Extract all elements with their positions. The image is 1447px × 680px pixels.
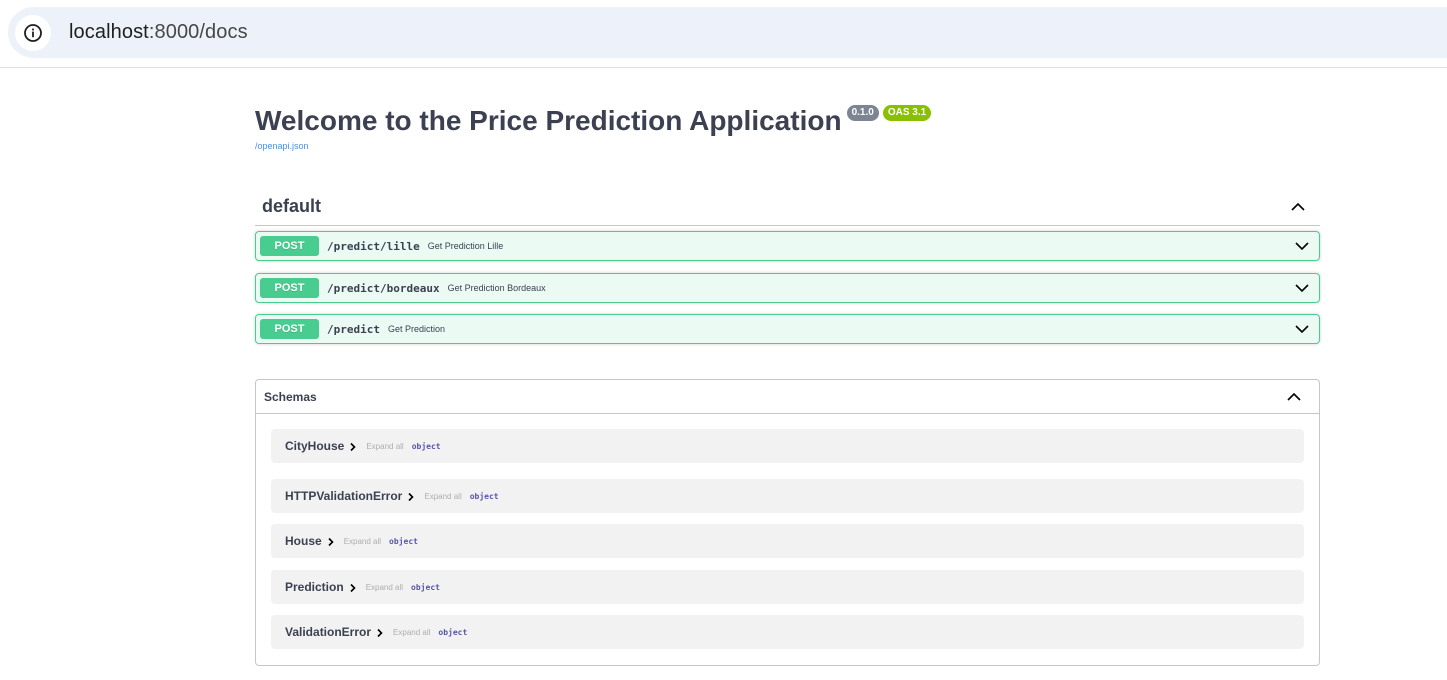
expand-all-link[interactable]: Expand all bbox=[424, 492, 461, 501]
operation-path: /predict/lille bbox=[327, 239, 420, 253]
opblock-post-predict-bordeaux[interactable]: POST /predict/bordeaux Get Prediction Bo… bbox=[255, 273, 1320, 303]
oas-badge: OAS 3.1 bbox=[882, 105, 932, 121]
operation-path: /predict/bordeaux bbox=[327, 281, 440, 295]
schemas-title: Schemas bbox=[264, 389, 317, 404]
url-path: :8000/docs bbox=[148, 21, 248, 43]
schema-name: CityHouse bbox=[285, 439, 345, 453]
schema-type: object bbox=[411, 441, 441, 451]
schema-type: object bbox=[389, 536, 418, 546]
url-host: localhost bbox=[69, 21, 149, 43]
chevron-right-icon[interactable] bbox=[327, 537, 335, 547]
openapi-json-link[interactable]: /openapi.json bbox=[255, 141, 309, 151]
omnibox[interactable]: localhost:8000/docs bbox=[8, 7, 1447, 58]
schema-type: object bbox=[411, 582, 440, 592]
browser-address-bar: localhost:8000/docs bbox=[0, 0, 1447, 68]
method-badge: POST bbox=[260, 278, 319, 298]
chevron-down-icon[interactable] bbox=[1294, 324, 1310, 334]
operation-summary: Get Prediction Bordeaux bbox=[447, 283, 546, 293]
version-badge: 0.1.0 bbox=[846, 105, 879, 121]
expand-all-link[interactable]: Expand all bbox=[366, 583, 403, 592]
chevron-up-icon[interactable] bbox=[1284, 387, 1304, 407]
chevron-right-icon[interactable] bbox=[376, 628, 384, 638]
tag-name: default bbox=[262, 196, 322, 216]
chevron-right-icon[interactable] bbox=[407, 492, 415, 502]
schema-type: object bbox=[469, 491, 499, 501]
chevron-down-icon[interactable] bbox=[1294, 283, 1310, 293]
site-info-button[interactable] bbox=[15, 14, 51, 51]
schema-name: Prediction bbox=[285, 580, 344, 594]
schema-prediction[interactable]: Prediction Expand all object bbox=[271, 570, 1304, 604]
schemas-section: Schemas CityHouse Expand all object HTTP… bbox=[255, 379, 1320, 666]
expand-all-link[interactable]: Expand all bbox=[393, 628, 430, 637]
chevron-right-icon[interactable] bbox=[349, 583, 357, 593]
method-badge: POST bbox=[260, 236, 319, 256]
chevron-right-icon[interactable] bbox=[349, 442, 357, 452]
schema-house[interactable]: House Expand all object bbox=[271, 524, 1304, 558]
schema-cityhouse[interactable]: CityHouse Expand all object bbox=[271, 429, 1304, 463]
schema-httpvalidationerror[interactable]: HTTPValidationError Expand all object bbox=[271, 479, 1304, 513]
page-title: Welcome to the Price Prediction Applicat… bbox=[255, 105, 842, 136]
schema-type: object bbox=[438, 627, 468, 637]
url-text[interactable]: localhost:8000/docs bbox=[69, 21, 248, 44]
schema-validationerror[interactable]: ValidationError Expand all object bbox=[271, 615, 1304, 649]
schemas-header[interactable]: Schemas bbox=[256, 380, 1319, 414]
chevron-up-icon[interactable] bbox=[1288, 197, 1308, 217]
schema-name: HTTPValidationError bbox=[285, 489, 403, 503]
method-badge: POST bbox=[260, 319, 319, 339]
schema-name: House bbox=[285, 534, 322, 548]
badges: 0.1.0 OAS 3.1 bbox=[846, 105, 936, 121]
chevron-down-icon[interactable] bbox=[1294, 241, 1310, 251]
opblock-post-predict[interactable]: POST /predict Get Prediction bbox=[255, 314, 1320, 344]
tag-default-header[interactable]: default bbox=[255, 188, 1320, 226]
operation-summary: Get Prediction Lille bbox=[427, 241, 504, 251]
operation-path: /predict bbox=[327, 322, 380, 336]
expand-all-link[interactable]: Expand all bbox=[366, 442, 403, 451]
operation-summary: Get Prediction bbox=[387, 324, 446, 334]
schema-name: ValidationError bbox=[285, 625, 372, 639]
opblock-post-predict-lille[interactable]: POST /predict/lille Get Prediction Lille bbox=[255, 231, 1320, 261]
info-icon bbox=[23, 23, 43, 43]
info-header: Welcome to the Price Prediction Applicat… bbox=[255, 105, 935, 137]
expand-all-link[interactable]: Expand all bbox=[344, 537, 381, 546]
